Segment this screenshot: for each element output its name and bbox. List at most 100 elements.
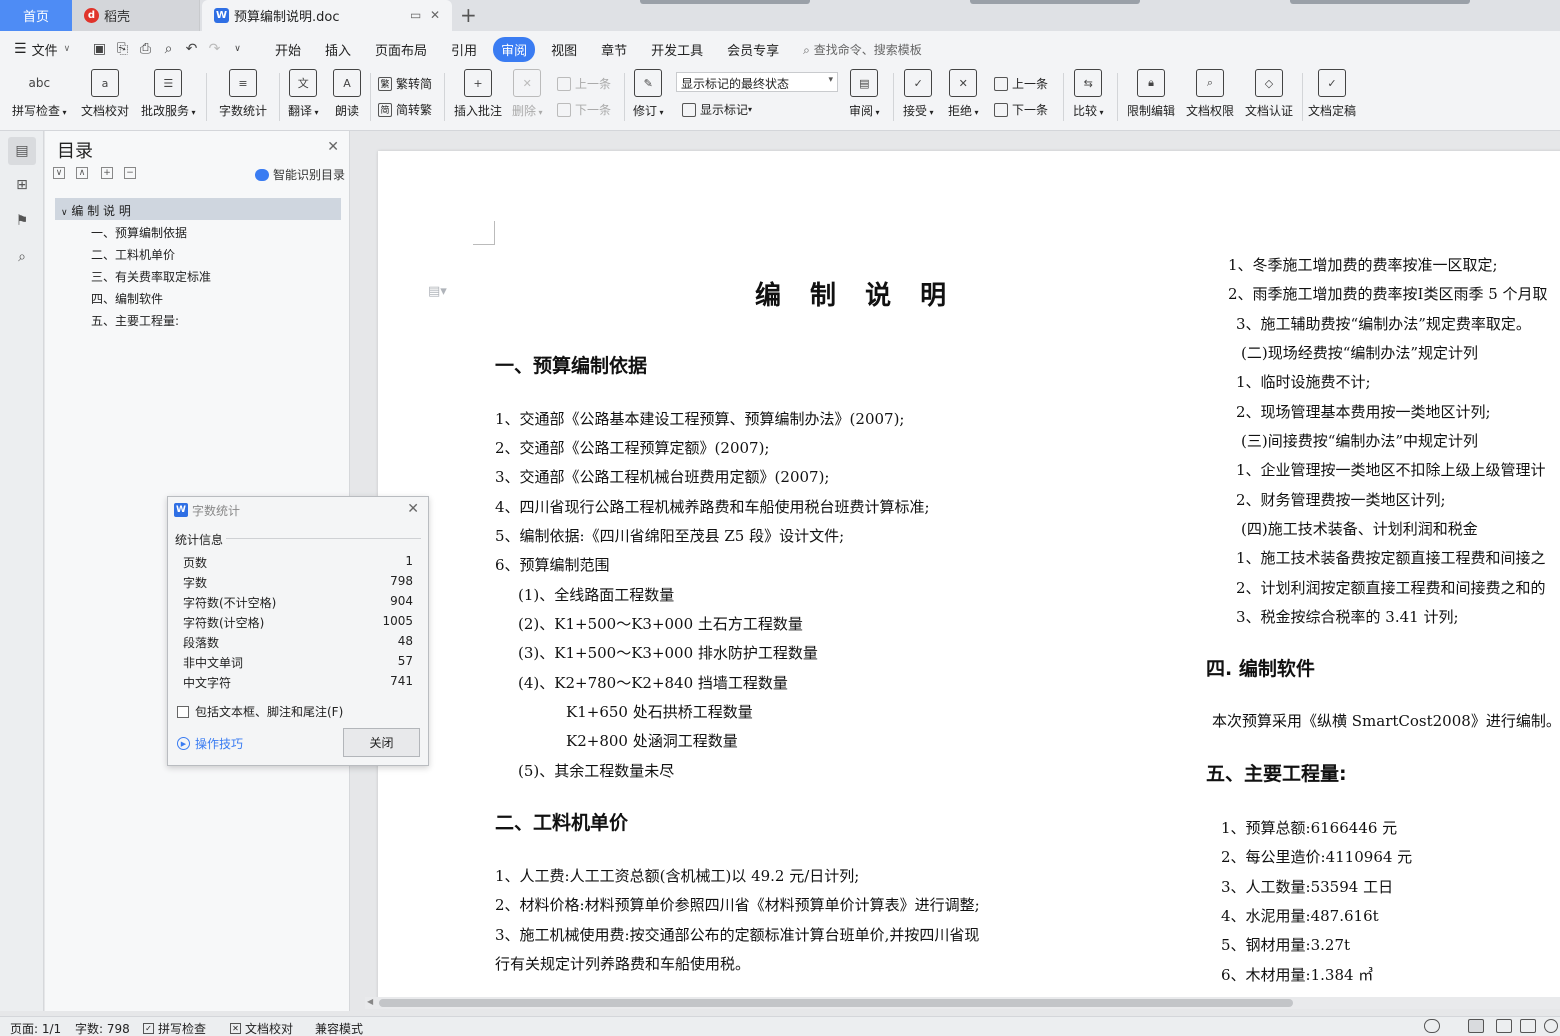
toc-item[interactable]: 三、有关费率取定标准 <box>91 268 211 285</box>
print-preview-icon[interactable]: ⌕ <box>160 41 177 58</box>
batch-service-button[interactable]: ☰ 批改服务 ▾ <box>141 69 196 119</box>
page-indicator[interactable]: 页面: 1/1 <box>10 1020 61 1036</box>
tips-link[interactable]: ▶ 操作技巧 <box>177 735 243 752</box>
smart-toc-button[interactable]: 智能识别目录 <box>254 166 345 183</box>
tab-daoke[interactable]: d 稻壳 <box>72 0 200 31</box>
prev-comment-icon <box>557 76 571 91</box>
menu-tab-chapter[interactable]: 章节 <box>601 40 627 59</box>
next-comment-button[interactable]: 下一条 <box>557 101 611 118</box>
redo-icon[interactable]: ↷ <box>206 41 223 58</box>
reject-icon: ✕ <box>949 69 978 97</box>
restrict-edit-button[interactable]: 🔒︎ 限制编辑 <box>1127 69 1175 119</box>
tab-document[interactable]: W 预算编制说明.doc ▭ ✕ <box>202 0 452 31</box>
search-icon[interactable]: ⌕ <box>12 247 32 267</box>
toc-pane-icon[interactable]: ▤ <box>8 137 36 165</box>
expand-all-icon[interactable]: ∧ <box>76 167 88 179</box>
review-ribbon: abc 拼写检查 ▾ a 文档校对 ☰ 批改服务 ▾ ≡ 字数统计 文 翻译 ▾… <box>0 67 1560 131</box>
file-menu[interactable]: ☰ 文件 ∨ <box>0 40 88 59</box>
next-change-button[interactable]: 下一条 <box>994 101 1048 118</box>
paragraph: 4、四川省现行公路工程机械养路费和车船使用税台班费计算标准; <box>495 498 930 516</box>
track-changes-button[interactable]: ✎ 修订 ▾ <box>633 69 664 119</box>
print-icon[interactable]: ⎙ <box>137 41 154 58</box>
reading-view-icon[interactable] <box>1520 1019 1536 1033</box>
prev-change-button[interactable]: 上一条 <box>994 75 1048 92</box>
doc-proof-button[interactable]: a 文档校对 <box>81 69 129 119</box>
toc-item-root[interactable]: ∨ 编 制 说 明 <box>55 198 341 220</box>
toc-item[interactable]: 一、预算编制依据 <box>91 224 187 241</box>
export-icon[interactable]: ⎘ <box>114 41 131 58</box>
scroll-left-icon[interactable]: ◀ <box>367 997 373 1006</box>
compat-mode-label: 兼容模式 <box>315 1022 364 1036</box>
read-aloud-button[interactable]: A 朗读 <box>333 69 361 119</box>
web-view-icon[interactable] <box>1544 1019 1558 1033</box>
translate-icon: 文 <box>289 69 318 97</box>
menu-tab-start[interactable]: 开始 <box>275 40 301 59</box>
next-comment-label: 下一条 <box>575 103 612 117</box>
paragraph: 3、人工数量:53594 工日 <box>1221 878 1394 896</box>
tab-home[interactable]: 首页 <box>0 0 72 31</box>
word-count-indicator[interactable]: 字数: 798 <box>75 1020 130 1036</box>
accept-button[interactable]: ✓ 接受 ▾ <box>903 69 934 119</box>
close-icon[interactable]: ✕ <box>327 139 339 155</box>
compare-button[interactable]: ⇆ 比较 ▾ <box>1073 69 1104 119</box>
menu-tab-layout[interactable]: 页面布局 <box>375 40 427 59</box>
include-textbox-checkbox[interactable]: 包括文本框、脚注和尾注(F) <box>177 703 343 720</box>
simp-to-trad-button[interactable]: 简 简转繁 <box>378 101 432 118</box>
eye-protection-icon[interactable] <box>1424 1019 1440 1033</box>
read-aloud-icon: A <box>333 69 361 97</box>
menu-tab-member[interactable]: 会员专享 <box>727 40 779 59</box>
more-chevron-icon[interactable]: ∨ <box>229 41 246 58</box>
toc-item[interactable]: 四、编制软件 <box>91 290 163 307</box>
prev-change-label: 上一条 <box>1012 77 1049 91</box>
close-button[interactable]: 关闭 <box>343 728 420 757</box>
doc-finalize-button[interactable]: ✓ 文档定稿 <box>1308 69 1356 119</box>
horizontal-scrollbar[interactable]: ◀ <box>365 997 1560 1009</box>
scrollbar-thumb[interactable] <box>379 999 1293 1007</box>
page-view-icon[interactable] <box>1468 1019 1484 1033</box>
simp-to-trad-label: 简转繁 <box>396 103 433 117</box>
undo-icon[interactable]: ↶ <box>183 41 200 58</box>
command-search-placeholder: 查找命令、搜索模板 <box>813 42 922 57</box>
paragraph: 2、材料价格:材料预算单价参照四川省《材料预算单价计算表》进行调整; <box>495 896 980 914</box>
toc-item[interactable]: 二、工料机单价 <box>91 246 175 263</box>
add-heading-icon[interactable]: + <box>101 167 113 179</box>
menu-tab-reference[interactable]: 引用 <box>451 40 477 59</box>
chapter-nav-icon[interactable]: ⊞ <box>12 175 32 195</box>
save-icon[interactable]: ▣ <box>91 41 108 58</box>
menu-tab-insert[interactable]: 插入 <box>325 40 351 59</box>
document-page[interactable]: ▤▾ 编 制 说 明 一、预算编制依据 1、交通部《公路基本建设工程预算、预算编… <box>378 151 1560 1001</box>
translate-button[interactable]: 文 翻译 ▾ <box>288 69 319 119</box>
prev-comment-button[interactable]: 上一条 <box>557 75 611 92</box>
doc-proof-status[interactable]: ✕ 文档校对 <box>230 1020 293 1036</box>
review-pane-button[interactable]: ▤ 审阅 ▾ <box>849 69 880 119</box>
trad-to-simp-button[interactable]: 繁 繁转简 <box>378 75 432 92</box>
outline-view-icon[interactable] <box>1496 1019 1512 1033</box>
show-markup-button[interactable]: 显示标记 ▾ <box>682 101 752 118</box>
tab-close-icon[interactable]: ✕ <box>430 8 440 22</box>
word-count-button[interactable]: ≡ 字数统计 <box>219 69 267 119</box>
paragraph: 1、临时设施费不计; <box>1236 373 1371 391</box>
menu-tab-view[interactable]: 视图 <box>551 40 577 59</box>
remove-heading-icon[interactable]: − <box>124 167 136 179</box>
collapse-all-icon[interactable]: ∨ <box>53 167 65 179</box>
window-restore-icon[interactable]: ▭ <box>410 8 421 22</box>
menu-tab-developer[interactable]: 开发工具 <box>651 40 703 59</box>
command-search[interactable]: ⌕ 查找命令、搜索模板 <box>803 41 922 58</box>
doc-rights-button[interactable]: ⌕ 文档权限 <box>1186 69 1234 119</box>
paragraph-menu-icon[interactable]: ▤▾ <box>428 284 447 299</box>
new-tab-button[interactable]: + <box>460 3 477 27</box>
paragraph: 2、雨季施工增加费的费率按Ⅰ类区雨季 5 个月取 <box>1228 285 1548 303</box>
doc-auth-button[interactable]: ◇ 文档认证 <box>1245 69 1293 119</box>
bookmark-icon[interactable]: ⚑ <box>12 211 32 231</box>
spell-check-button[interactable]: abc 拼写检查 ▾ <box>12 69 67 119</box>
toc-item[interactable]: 五、主要工程量: <box>91 312 179 329</box>
lock-icon: 🔒︎ <box>1137 69 1165 97</box>
menu-tab-review[interactable]: 审阅 <box>493 36 536 62</box>
delete-comment-button[interactable]: ✕ 删除 ▾ <box>512 69 543 119</box>
reject-button[interactable]: ✕ 拒绝 ▾ <box>948 69 979 119</box>
markup-state-select[interactable]: 显示标记的最终状态 ▾ <box>676 72 838 92</box>
insert-comment-button[interactable]: + 插入批注 <box>454 69 502 119</box>
paragraph: (3)、K1+500～K3+000 排水防护工程数量 <box>518 644 818 662</box>
close-icon[interactable]: ✕ <box>407 501 419 517</box>
spell-check-status[interactable]: ✓ 拼写检查 <box>143 1020 206 1036</box>
